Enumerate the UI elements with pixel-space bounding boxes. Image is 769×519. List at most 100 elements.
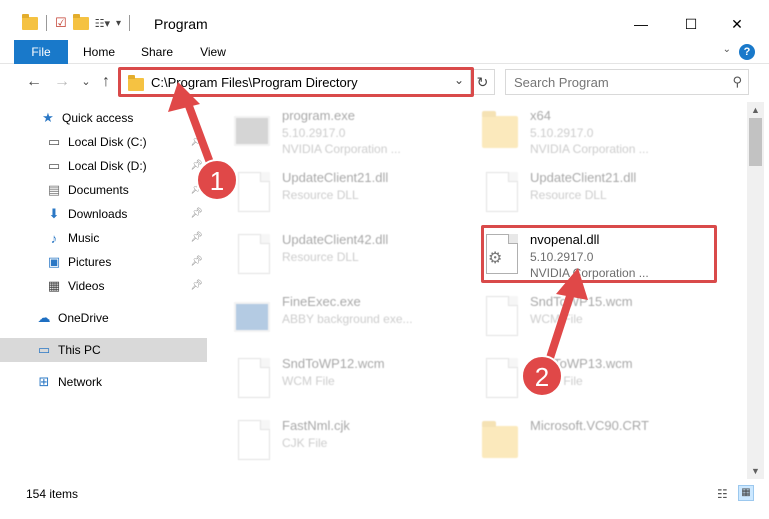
file-list: program.exe 5.10.2917.0 NVIDIA Corporati… [210, 102, 747, 479]
file-icon [482, 296, 522, 336]
tab-view[interactable]: View [192, 40, 234, 64]
sidebar-item-label: Quick access [62, 111, 134, 125]
file-icon [482, 358, 522, 398]
sidebar-item-this-pc[interactable]: ▭ This PC [0, 338, 207, 362]
navigation-bar: ← → ⌄ ↑ C:\Program Files\Program Directo… [0, 64, 769, 102]
file-name: FineExec.exe [282, 294, 361, 309]
drive-icon: ▭ [47, 134, 61, 149]
sidebar-item-quick-access[interactable]: ★ Quick access [0, 106, 207, 130]
vertical-scrollbar[interactable]: ▲ ▼ [747, 102, 764, 479]
file-item[interactable]: UpdateClient21.dll Resource DLL [458, 164, 698, 218]
forward-button[interactable]: → [52, 72, 72, 92]
file-item[interactable]: x64 5.10.2917.0 NVIDIA Corporation ... [458, 102, 698, 156]
minimize-button[interactable]: — [618, 10, 664, 38]
new-folder-icon[interactable] [72, 13, 89, 30]
folder-icon [482, 110, 522, 150]
pin-icon[interactable]: 📌︎ [190, 256, 203, 267]
divider [129, 15, 131, 31]
drive-icon: ▭ [47, 158, 61, 173]
scroll-up-icon[interactable]: ▲ [747, 102, 764, 118]
sidebar-item-downloads[interactable]: ⬇ Downloads 📌︎ [0, 202, 207, 226]
pin-icon[interactable]: 📌︎ [190, 184, 203, 195]
file-item[interactable]: UpdateClient42.dll Resource DLL [210, 226, 450, 280]
file-type: Resource DLL [530, 188, 607, 202]
search-icon[interactable]: ⚲ [732, 74, 742, 90]
pin-icon[interactable]: 📌︎ [190, 280, 203, 291]
file-item[interactable]: program.exe 5.10.2917.0 NVIDIA Corporati… [210, 102, 450, 156]
address-highlight-box [118, 67, 474, 97]
sidebar-item-videos[interactable]: ▦ Videos 📌︎ [0, 274, 207, 298]
folder-icon[interactable] [22, 13, 38, 30]
file-type: CJK File [282, 436, 328, 450]
exe-icon [234, 110, 274, 150]
music-icon: ♪ [50, 230, 58, 246]
pin-icon[interactable]: 📌︎ [190, 208, 203, 219]
scrollbar-thumb[interactable] [749, 118, 762, 166]
tab-share[interactable]: Share [132, 40, 182, 64]
pictures-icon: ▣ [47, 254, 61, 269]
title-bar: ☑ ☷▾ ▾ Program — ☐ ✕ [0, 0, 769, 40]
sidebar-item-label: Local Disk (C:) [68, 135, 147, 149]
sidebar-item-label: Videos [68, 279, 105, 293]
file-name: UpdateClient21.dll [530, 170, 637, 185]
navigation-pane: ★ Quick access ▭ Local Disk (C:) 📌︎ ▭ Lo… [0, 102, 210, 479]
help-icon[interactable]: ? [739, 44, 755, 60]
tiles-view-icon[interactable]: ▦ [738, 485, 754, 501]
sidebar-item-pictures[interactable]: ▣ Pictures 📌︎ [0, 250, 207, 274]
pin-icon[interactable]: 📌︎ [190, 160, 203, 171]
file-item[interactable]: SndToWP12.wcm WCM File [210, 350, 450, 404]
file-item[interactable]: UpdateClient21.dll Resource DLL [210, 164, 450, 218]
file-name: program.exe [282, 108, 355, 123]
divider [46, 15, 47, 31]
pin-icon[interactable]: 📌︎ [190, 136, 203, 147]
details-view-icon[interactable]: ☷ [717, 487, 728, 501]
expand-ribbon-icon[interactable]: ⌄ [723, 44, 731, 55]
back-button[interactable]: ← [24, 72, 44, 92]
folder-icon [482, 420, 522, 460]
window-title: Program [154, 16, 208, 32]
close-button[interactable]: ✕ [714, 10, 760, 38]
sidebar-item-onedrive[interactable]: ☁ OneDrive [0, 306, 207, 330]
maximize-button[interactable]: ☐ [668, 10, 714, 38]
file-icon [234, 358, 274, 398]
file-company: NVIDIA Corporation ... [282, 142, 401, 156]
up-button[interactable]: ↑ [96, 72, 116, 92]
file-type: ABBY background exe... [282, 312, 413, 326]
file-company: NVIDIA Corporation ... [530, 142, 649, 156]
file-item[interactable]: SndToWP15.wcm WCM File [458, 288, 698, 342]
recent-locations-button[interactable]: ⌄ [76, 72, 96, 92]
scroll-down-icon[interactable]: ▼ [747, 463, 764, 479]
file-item[interactable]: FineExec.exe ABBY background exe... [210, 288, 450, 342]
sidebar-item-documents[interactable]: ▤ Documents 📌︎ [0, 178, 207, 202]
sidebar-item-local-disk-c[interactable]: ▭ Local Disk (C:) 📌︎ [0, 130, 207, 154]
document-icon: ▤ [47, 182, 61, 197]
sidebar-item-music[interactable]: ♪ Music 📌︎ [0, 226, 207, 250]
tab-file[interactable]: File [14, 40, 68, 64]
item-count: 154 items [26, 487, 79, 501]
network-icon: ⊞ [38, 374, 50, 389]
sidebar-item-local-disk-d[interactable]: ▭ Local Disk (D:) 📌︎ [0, 154, 207, 178]
file-item[interactable]: SndToWP13.wcm WCM File [458, 350, 698, 404]
file-name: SndToWP13.wcm [530, 356, 633, 371]
pin-icon[interactable]: 📌︎ [190, 232, 203, 243]
file-item[interactable]: FastNml.cjk CJK File [210, 412, 450, 466]
toolbar-dropdown-icon[interactable]: ▾ [116, 18, 121, 29]
sidebar-item-label: Network [58, 375, 103, 389]
sidebar-item-label: Documents [68, 183, 129, 197]
file-name: SndToWP15.wcm [530, 294, 633, 309]
sidebar-item-network[interactable]: ⊞ Network [0, 370, 207, 394]
computer-icon: ▭ [37, 342, 51, 357]
file-item[interactable]: Microsoft.VC90.CRT [458, 412, 698, 466]
download-icon: ⬇ [48, 206, 60, 221]
sidebar-item-label: OneDrive [58, 311, 109, 325]
properties-icon[interactable]: ☑ [55, 15, 67, 31]
ribbon-tabs: File Home Share View ⌄ ? [0, 40, 769, 64]
customize-toolbar-icon[interactable]: ☷▾ [95, 17, 110, 30]
tab-home[interactable]: Home [76, 40, 122, 64]
dll-icon [234, 234, 274, 274]
file-name: SndToWP12.wcm [282, 356, 385, 371]
search-input[interactable] [514, 74, 714, 91]
dll-icon [482, 172, 522, 212]
search-box[interactable]: ⚲ [505, 69, 749, 95]
star-icon: ★ [42, 110, 54, 125]
